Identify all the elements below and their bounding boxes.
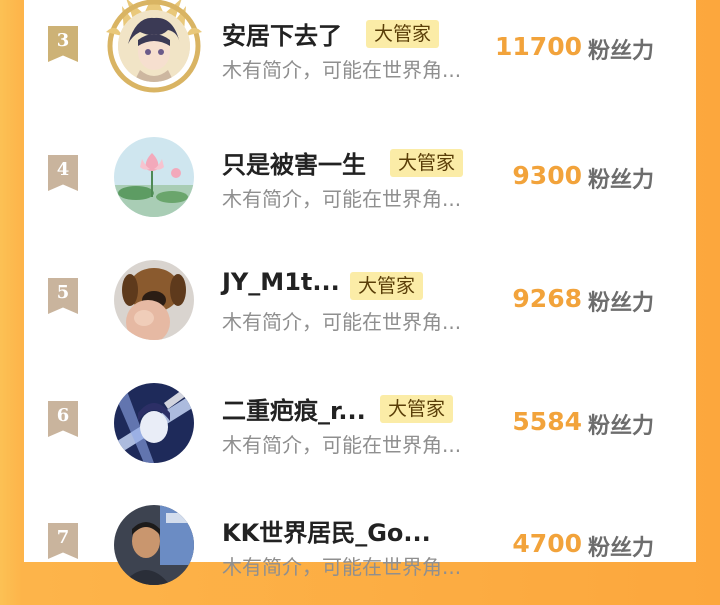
leaderboard-row[interactable]: 5 JY_M1t... 大管家 木有简介，可能在世界角... 9268 粉丝力 — [24, 260, 696, 360]
fan-power-unit: 粉丝力 — [588, 536, 655, 561]
role-badge: 大管家 — [390, 149, 464, 177]
anime-character-avatar-icon — [114, 383, 194, 463]
user-avatar[interactable] — [114, 260, 194, 340]
user-name[interactable]: 二重疤痕_r... — [222, 391, 366, 426]
user-description: 木有简介，可能在世界角... — [222, 433, 462, 457]
leaderboard-row[interactable]: 6 二重疤痕_r... 大管家 木有简介，可能在世界角... 5584 粉丝力 — [24, 383, 696, 483]
user-description: 木有简介，可能在世界角... — [222, 310, 462, 334]
fan-power-count: 11700 — [495, 32, 582, 61]
user-description: 木有简介，可能在世界角... — [222, 187, 462, 211]
fan-power-unit: 粉丝力 — [588, 39, 655, 64]
role-badge: 大管家 — [366, 20, 440, 48]
fan-leaderboard-panel: 3 安居下去了 大管家 木有简介，可能在世界角... 11700 粉丝力 4 只… — [24, 0, 696, 585]
user-name[interactable]: JY_M1t... — [222, 268, 340, 296]
user-avatar[interactable] — [114, 137, 194, 217]
fan-power-unit: 粉丝力 — [588, 168, 655, 193]
rank-badge: 7 — [48, 523, 78, 559]
user-name[interactable]: 安居下去了 — [222, 16, 342, 51]
user-description: 木有简介，可能在世界角... — [222, 58, 462, 82]
user-avatar[interactable] — [114, 505, 194, 585]
fan-power-count: 9300 — [512, 161, 582, 190]
leaderboard-row[interactable]: 4 只是被害一生 大管家 木有简介，可能在世界角... 9300 粉丝力 — [24, 137, 696, 237]
anime-girl-avatar-icon — [118, 10, 190, 82]
user-avatar[interactable] — [106, 0, 202, 93]
rank-badge: 6 — [48, 401, 78, 437]
user-description: 木有简介，可能在世界角... — [222, 555, 462, 579]
role-badge: 大管家 — [350, 272, 424, 300]
dog-photo-avatar-icon — [114, 260, 194, 340]
leaderboard-row[interactable]: 3 安居下去了 大管家 木有简介，可能在世界角... 11700 粉丝力 — [24, 0, 696, 108]
fan-power-count: 5584 — [512, 407, 582, 436]
user-name[interactable]: 只是被害一生 — [222, 145, 366, 180]
rank-badge: 3 — [48, 26, 78, 62]
person-photo-avatar-icon — [114, 505, 194, 585]
rank-badge: 5 — [48, 278, 78, 314]
fan-power-count: 4700 — [512, 529, 582, 558]
lotus-flower-avatar-icon — [114, 137, 194, 217]
fan-power-unit: 粉丝力 — [588, 291, 655, 316]
user-name[interactable]: KK世界居民_Go... — [222, 513, 431, 548]
user-avatar[interactable] — [114, 383, 194, 463]
role-badge: 大管家 — [380, 395, 454, 423]
rank-badge: 4 — [48, 155, 78, 191]
fan-power-unit: 粉丝力 — [588, 414, 655, 439]
fan-power-count: 9268 — [512, 284, 582, 313]
leaderboard-row[interactable]: 7 KK世界居民_Go... 木有简介，可能在世界角... 4700 粉丝力 — [24, 505, 696, 605]
